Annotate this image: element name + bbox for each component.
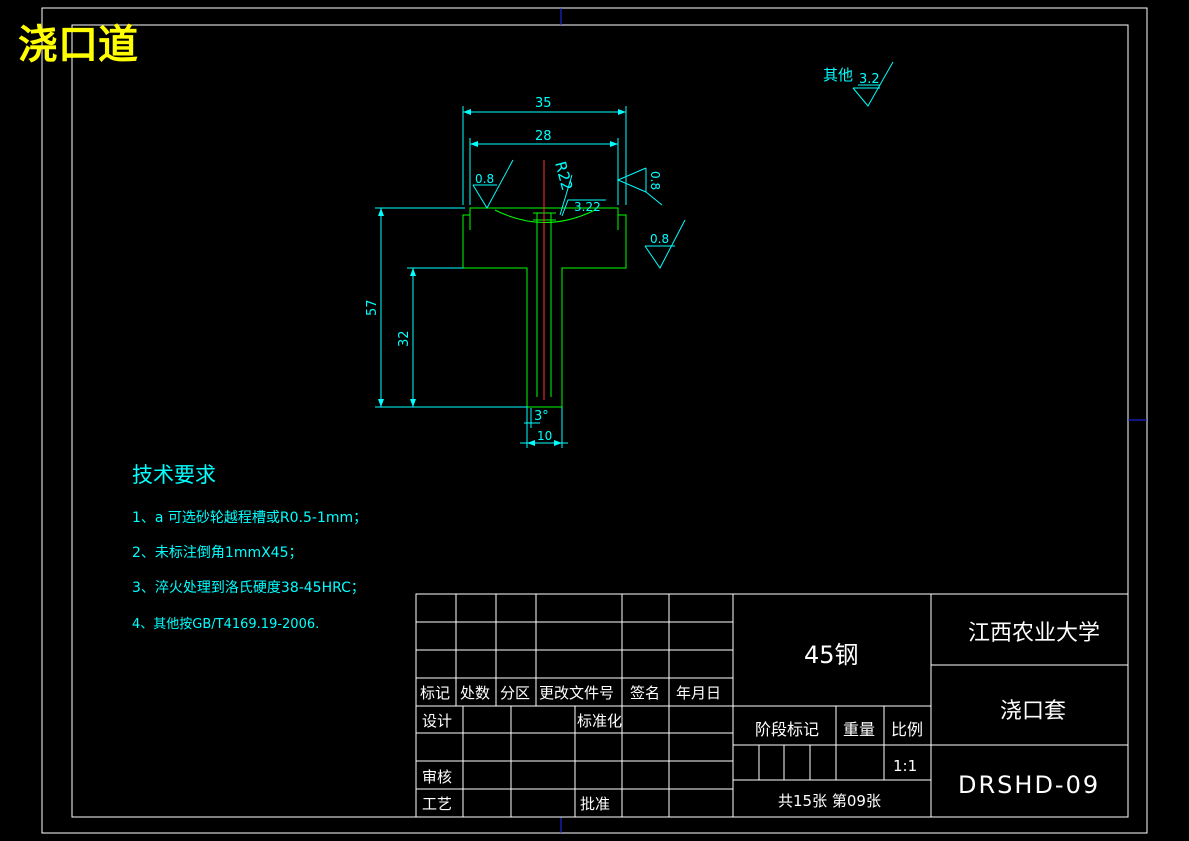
material: 45钢 <box>804 641 859 669</box>
rev-header-date: 年月日 <box>676 684 721 702</box>
dim-bottom-width: 10 <box>537 429 552 443</box>
roughness-other: 其他 3.2 <box>823 61 894 107</box>
label-weight: 重量 <box>843 720 875 739</box>
part-name: 浇口套 <box>1000 699 1066 724</box>
page-title: 浇口道 <box>18 21 138 68</box>
dimension-arrows <box>378 109 626 446</box>
school-name: 江西农业大学 <box>968 621 1100 646</box>
label-approve: 批准 <box>580 795 610 813</box>
rev-header-zone: 分区 <box>500 684 530 702</box>
dimension-lines <box>375 106 686 448</box>
tech-item-2: 2、未标注倒角1mmX45； <box>132 545 303 561</box>
roughness-right-step-value: 0.8 <box>650 232 669 246</box>
label-stage-mark: 阶段标记 <box>755 720 819 739</box>
scale-value: 1:1 <box>893 757 917 775</box>
rev-header-doc-no: 更改文件号 <box>539 684 614 702</box>
tech-requirements: 技术要求 1、a 可选砂轮越程槽或R0.5-1mm； 2、未标注倒角1mmX45… <box>132 463 367 632</box>
label-standardization: 标准化 <box>577 712 622 730</box>
roughness-other-label: 其他 <box>823 66 853 84</box>
rev-header-count: 处数 <box>460 684 490 702</box>
dim-radius: R22 <box>551 159 576 192</box>
label-review: 审核 <box>422 768 452 786</box>
roughness-other-value: 3.2 <box>859 72 880 87</box>
rev-header-signature: 签名 <box>630 684 660 702</box>
label-design: 设计 <box>422 712 452 730</box>
dim-taper-angle: 3° <box>534 409 549 424</box>
sheet-info: 共15张 第09张 <box>778 792 881 810</box>
cad-drawing: 浇口道 其他 3.2 35 28 R22 57 32 3° 10 0.8 0.8… <box>18 7 1148 834</box>
tech-item-4: 4、其他按GB/T4169.19-2006. <box>132 617 319 632</box>
tech-item-3: 3、淬火处理到洛氏硬度38-45HRC； <box>132 580 365 596</box>
dim-top-width: 35 <box>535 96 552 111</box>
dim-inner-width: 28 <box>535 129 552 144</box>
label-process: 工艺 <box>422 795 452 813</box>
dim-stem-height: 32 <box>397 330 412 347</box>
roughness-right-top-value: 0.8 <box>648 171 662 190</box>
outer-frame <box>41 7 1148 834</box>
label-scale: 比例 <box>891 720 923 739</box>
dim-overall-height: 57 <box>365 299 380 316</box>
tech-item-1: 1、a 可选砂轮越程槽或R0.5-1mm； <box>132 510 367 526</box>
dimension-texts: 35 28 R22 57 32 3° 10 0.8 0.8 0.8 3.22 <box>365 96 669 443</box>
roughness-center-value: 3.22 <box>574 200 601 214</box>
rev-header-mark: 标记 <box>420 684 450 702</box>
drawing-number: DRSHD-09 <box>958 771 1100 799</box>
tech-requirements-title: 技术要求 <box>132 463 216 487</box>
roughness-left-value: 0.8 <box>475 172 494 186</box>
